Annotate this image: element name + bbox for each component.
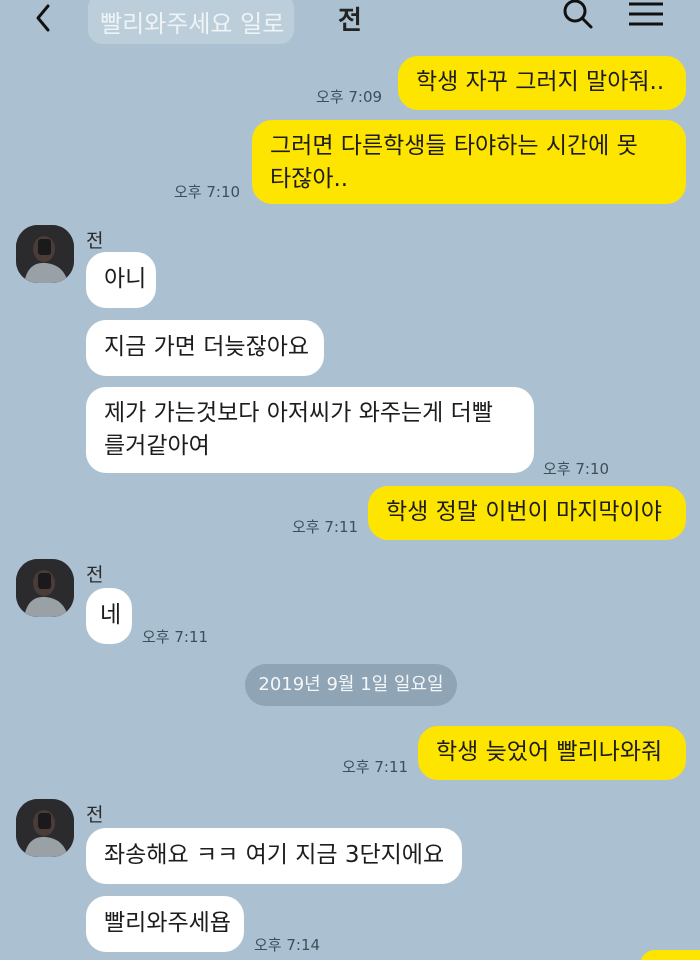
my-message-bubble[interactable]: 학생 자꾸 그러지 말아줘.. <box>398 56 686 110</box>
message-text: 아니 <box>104 266 147 292</box>
message-time: 오후 7:10 <box>174 183 241 201</box>
message-text: 네 <box>100 602 122 628</box>
profile-photo <box>16 559 74 617</box>
sender-name: 전 <box>86 804 104 826</box>
search-icon <box>563 0 593 29</box>
message-text: 학생 정말 이번이 마지막이야 <box>386 499 662 525</box>
avatar[interactable] <box>16 559 74 617</box>
chat-header: 빨리와주세요 일로 전 <box>0 0 700 44</box>
sender-name: 전 <box>86 230 104 252</box>
message-text: 제가 가는것보다 아저씨가 와주는게 더빨 <box>104 400 493 426</box>
message-time: 오후 7:09 <box>316 88 383 106</box>
message-time: 오후 7:11 <box>342 758 409 776</box>
my-message-bubble[interactable]: 그러면 다른학생들 타야하는 시간에 못 타잖아.. <box>252 120 686 204</box>
avatar[interactable] <box>16 225 74 283</box>
message-text: 좌송해요 ㅋㅋ 여기 지금 3단지에요 <box>104 842 445 868</box>
profile-photo <box>16 799 74 857</box>
menu-button[interactable] <box>626 0 666 32</box>
profile-photo <box>16 225 74 283</box>
their-message-bubble[interactable]: 좌송해요 ㅋㅋ 여기 지금 3단지에요 <box>86 828 462 884</box>
message-text: 그러면 다른학생들 타야하는 시간에 못 <box>270 133 638 159</box>
their-message-bubble[interactable]: 빨리와주세욥 <box>86 896 244 952</box>
my-message-bubble[interactable]: 학생 늦었어 빨리나와줘 <box>418 726 686 780</box>
their-message-bubble[interactable]: 제가 가는것보다 아저씨가 와주는게 더빨 를거같아여 <box>86 387 534 473</box>
their-message-bubble[interactable]: 지금 가면 더늦잖아요 <box>86 320 324 376</box>
message-time: 오후 7:10 <box>543 460 610 478</box>
their-message-bubble[interactable]: 네 <box>86 588 132 644</box>
avatar[interactable] <box>16 799 74 857</box>
search-button[interactable] <box>560 0 596 32</box>
message-text: 타잖아.. <box>270 166 349 192</box>
my-message-bubble[interactable]: 학생 정말 이번이 마지막이야 <box>368 486 686 540</box>
menu-icon <box>629 2 663 26</box>
date-divider: 2019년 9월 1일 일요일 <box>245 664 457 706</box>
message-time: 오후 7:11 <box>292 518 359 536</box>
message-time: 오후 7:11 <box>142 628 209 646</box>
partial-my-message-bubble <box>640 950 700 960</box>
sender-name: 전 <box>86 564 104 586</box>
message-time: 오후 7:14 <box>254 936 321 954</box>
message-text: 지금 가면 더늦잖아요 <box>104 334 310 360</box>
message-text: 학생 늦었어 빨리나와줘 <box>436 739 663 765</box>
message-text: 학생 자꾸 그러지 말아줘.. <box>416 69 665 95</box>
their-message-bubble[interactable]: 아니 <box>86 252 156 308</box>
message-text: 를거같아여 <box>104 433 210 459</box>
message-text: 빨리와주세욥 <box>104 910 231 936</box>
